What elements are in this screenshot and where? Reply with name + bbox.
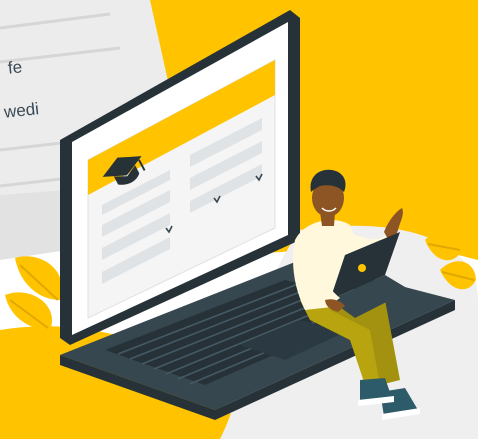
left-plant [5, 256, 62, 330]
illustration-canvas: fe wedi [0, 0, 478, 439]
document-text-fragment: wedi [3, 99, 40, 122]
document-text-fragment: fe [6, 57, 24, 78]
illustration-svg [0, 0, 478, 439]
small-laptop-logo [358, 264, 366, 272]
